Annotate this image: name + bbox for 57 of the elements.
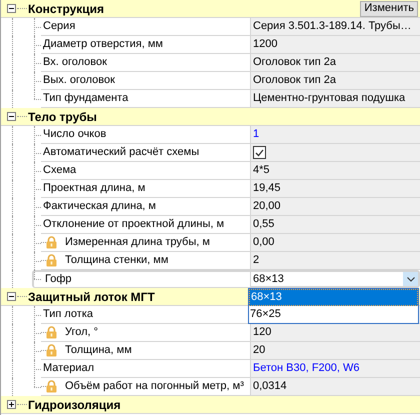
property-value: 1200 <box>253 37 278 52</box>
property-label: Материал <box>42 361 94 376</box>
section-title: Гидроизоляция <box>28 396 121 414</box>
padlock-icon <box>46 326 57 339</box>
property-label: Тип фундамента <box>42 91 128 106</box>
property-value: Оголовок тип 2а <box>253 55 336 70</box>
section-title: Тело трубы <box>28 108 97 126</box>
property-label: Тип лотка <box>42 307 94 322</box>
edit-button[interactable]: Изменить <box>360 0 418 16</box>
property-value: 4*5 <box>253 163 270 178</box>
property-link[interactable]: 1 <box>253 126 260 143</box>
section-title: Конструкция <box>28 0 104 18</box>
property-label: Гофр <box>44 272 72 288</box>
padlock-icon <box>46 254 57 267</box>
property-label: Число очков <box>42 127 106 142</box>
dropdown-option[interactable]: 76×25 <box>249 306 418 323</box>
padlock-icon <box>46 380 57 393</box>
property-value: 0,55 <box>253 217 274 232</box>
property-label: Серия <box>42 19 76 34</box>
collapse-icon[interactable] <box>7 4 16 13</box>
padlock-icon <box>46 236 57 249</box>
property-label: Автоматический расчёт схемы <box>42 145 200 160</box>
property-label: Вых. оголовок <box>42 73 115 88</box>
property-value: 20 <box>253 343 266 358</box>
dropdown-option[interactable]: 68×13 <box>249 289 418 306</box>
checkbox[interactable] <box>253 146 266 159</box>
property-value: 2 <box>253 253 260 268</box>
property-label: Толщина, мм <box>64 343 132 358</box>
property-value: 0,00 <box>253 235 274 250</box>
property-label: Отклонение от проектной длины, м <box>42 217 224 232</box>
checkmark-icon <box>255 148 264 156</box>
section-header[interactable]: Конструкция Изменить <box>1 0 420 18</box>
property-label: Измеренная длина трубы, м <box>64 235 210 250</box>
collapse-icon[interactable] <box>7 292 16 301</box>
property-label: Фактическая длина, м <box>42 199 156 214</box>
padlock-icon <box>46 344 57 357</box>
property-value: 0,0314 <box>253 379 287 394</box>
property-label: Угол, ° <box>64 325 98 340</box>
property-label: Проектная длина, м <box>42 181 146 196</box>
property-value: Серия 3.501.3-189.14. Трубы… <box>253 19 412 34</box>
property-value: 20,00 <box>253 199 281 214</box>
expand-icon[interactable] <box>7 400 16 409</box>
property-value: Оголовок тип 2а <box>253 73 336 88</box>
property-label: Толщина стенки, мм <box>64 253 168 268</box>
property-label: Вх. оголовок <box>42 55 107 70</box>
section-header[interactable]: Гидроизоляция <box>1 396 420 414</box>
property-label: Схема <box>42 163 76 178</box>
property-value: Цементно-грунтовая подушка <box>253 91 406 106</box>
property-label: Диаметр отверстия, мм <box>42 37 163 52</box>
collapse-icon[interactable] <box>7 112 16 121</box>
dropdown-button[interactable] <box>403 272 418 286</box>
section-header[interactable]: Тело трубы <box>1 108 420 126</box>
chevron-down-icon <box>406 276 414 282</box>
property-label: Объём работ на погонный метр, м³ <box>64 379 244 394</box>
property-value: 19,45 <box>253 181 281 196</box>
property-value: 120 <box>253 325 272 340</box>
section-title: Защитный лоток МГТ <box>28 288 155 306</box>
